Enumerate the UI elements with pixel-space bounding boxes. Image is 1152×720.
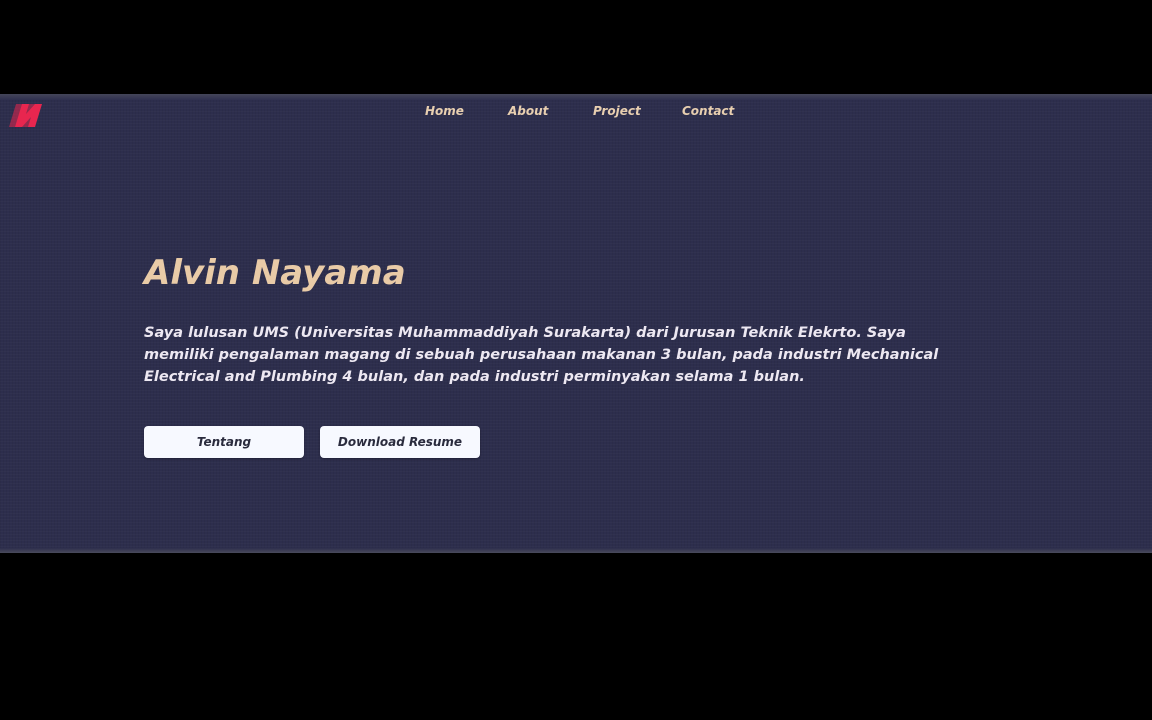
page-top-edge xyxy=(0,94,1152,100)
nav-link-project[interactable]: Project xyxy=(593,104,641,118)
hero-name: Alvin Nayama xyxy=(144,253,406,293)
download-resume-button[interactable]: Download Resume xyxy=(320,426,480,458)
top-navbar: Home About Project Contact xyxy=(0,104,1152,124)
hero-description: Saya lulusan UMS (Universitas Muhammaddi… xyxy=(144,325,939,385)
nav-link-contact[interactable]: Contact xyxy=(682,104,734,118)
page: Home About Project Contact Alvin Nayama … xyxy=(0,94,1152,553)
letterbox-top xyxy=(0,0,1152,94)
tentang-button[interactable]: Tentang xyxy=(144,426,304,458)
nav-link-about[interactable]: About xyxy=(508,104,548,118)
nav-link-home[interactable]: Home xyxy=(425,104,464,118)
letterbox-bottom xyxy=(0,553,1152,720)
